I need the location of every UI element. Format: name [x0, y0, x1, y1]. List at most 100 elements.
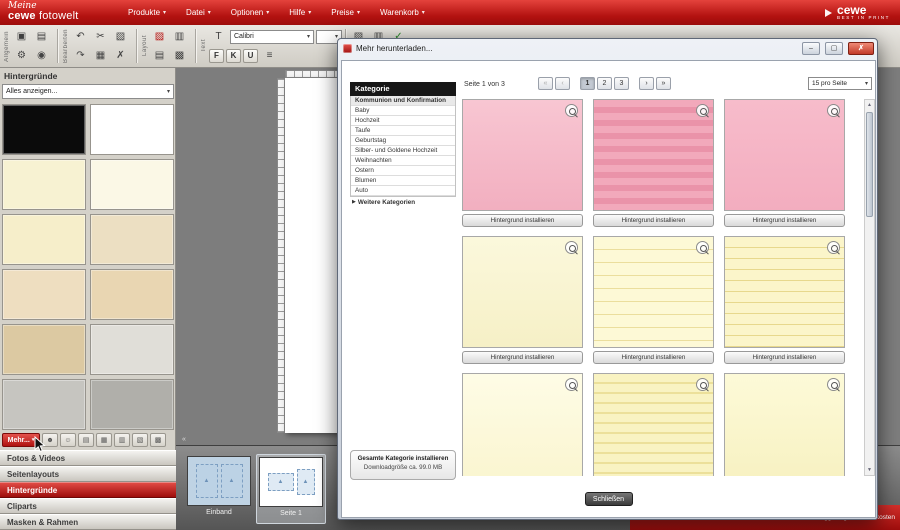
- menu-preise[interactable]: Preise▾: [321, 0, 370, 25]
- view-list-button[interactable]: ▤: [78, 433, 94, 447]
- redo-button[interactable]: ↷: [71, 47, 90, 65]
- category-ostern[interactable]: Ostern: [351, 166, 455, 176]
- view-large-button[interactable]: ▧: [132, 433, 148, 447]
- zoom-icon[interactable]: [827, 104, 840, 117]
- background-filter-select[interactable]: Alles anzeigen... ▾: [2, 84, 174, 99]
- install-background-button[interactable]: Hintergrund installieren: [724, 351, 845, 364]
- zoom-icon[interactable]: [565, 104, 578, 117]
- more-categories-button[interactable]: ▶ Weitere Kategorien: [350, 197, 456, 208]
- menu-hilfe[interactable]: Hilfe▾: [279, 0, 321, 25]
- background-preview[interactable]: [593, 373, 714, 476]
- sidebar-item-cliparts[interactable]: Cliparts: [0, 498, 176, 514]
- close-dialog-button[interactable]: Schließen: [585, 492, 633, 506]
- zoom-icon[interactable]: [827, 378, 840, 391]
- seite-1-thumbnail[interactable]: ▲ ▲: [259, 457, 323, 507]
- background-swatch[interactable]: [2, 104, 86, 155]
- collapse-panel-button[interactable]: «: [178, 434, 190, 444]
- menu-datei[interactable]: Datei▾: [176, 0, 221, 25]
- background-swatch[interactable]: [2, 214, 86, 265]
- page-1-button[interactable]: 1: [580, 77, 595, 90]
- sidebar-item-masken-rahmen[interactable]: Masken & Rahmen: [0, 514, 176, 530]
- view-detail-button[interactable]: ▩: [150, 433, 166, 447]
- copy-button[interactable]: ▦: [91, 47, 110, 65]
- sidebar-item-seitenlayouts[interactable]: Seitenlayouts: [0, 466, 176, 482]
- menu-warenkorb[interactable]: Warenkorb▾: [370, 0, 435, 25]
- next-page-button[interactable]: ›: [639, 77, 654, 90]
- sidebar-item-hintergruende[interactable]: Hintergründe: [0, 482, 176, 498]
- zoom-icon[interactable]: [696, 104, 709, 117]
- last-page-button[interactable]: »: [656, 77, 671, 90]
- background-fill-button[interactable]: ▨: [150, 28, 169, 46]
- cut-button[interactable]: ✂: [91, 28, 110, 46]
- undo-button[interactable]: ↶: [71, 28, 90, 46]
- menu-optionen[interactable]: Optionen▾: [221, 0, 279, 25]
- category-hochzeit[interactable]: Hochzeit: [351, 116, 455, 126]
- filter-all-button[interactable]: ☺: [60, 433, 76, 447]
- category-taufe[interactable]: Taufe: [351, 126, 455, 136]
- minimize-button[interactable]: –: [802, 42, 820, 55]
- category-kommunion-konfirmation[interactable]: Kommunion und Konfirmation: [351, 96, 455, 106]
- page-thumb-seite-1[interactable]: ▲ ▲ Seite 1: [256, 454, 326, 524]
- delete-button[interactable]: ✗: [111, 47, 130, 65]
- background-preview[interactable]: [724, 373, 845, 476]
- dialog-scrollbar[interactable]: ▲ ▼: [864, 99, 875, 476]
- background-preview[interactable]: [724, 236, 845, 348]
- background-swatch[interactable]: [2, 269, 86, 320]
- install-background-button[interactable]: Hintergrund installieren: [724, 214, 845, 227]
- layout-single-button[interactable]: ▤: [150, 47, 169, 65]
- background-swatch[interactable]: [90, 269, 174, 320]
- underline-button[interactable]: U: [243, 49, 258, 63]
- install-all-button[interactable]: Gesamte Kategorie installieren Downloadg…: [350, 450, 456, 480]
- background-preview[interactable]: [462, 99, 583, 211]
- zoom-icon[interactable]: [827, 241, 840, 254]
- settings-button[interactable]: ⚙: [12, 47, 31, 65]
- sidebar-item-fotos-videos[interactable]: Fotos & Videos: [0, 450, 176, 466]
- scrollbar-thumb[interactable]: [866, 112, 873, 217]
- save-button[interactable]: ▣: [12, 28, 31, 46]
- category-geburtstag[interactable]: Geburtstag: [351, 136, 455, 146]
- dialog-titlebar[interactable]: Mehr herunterladen... – ▢ ✗: [338, 39, 877, 57]
- background-swatch[interactable]: [90, 379, 174, 430]
- zoom-icon[interactable]: [696, 378, 709, 391]
- category-baby[interactable]: Baby: [351, 106, 455, 116]
- per-page-select[interactable]: 15 pro Seite ▾: [808, 77, 872, 90]
- einband-thumbnail[interactable]: ▲ ▲: [187, 456, 251, 506]
- background-preview[interactable]: [593, 99, 714, 211]
- page-2-button[interactable]: 2: [597, 77, 612, 90]
- mask-button[interactable]: ▩: [170, 47, 189, 65]
- background-swatch[interactable]: [90, 324, 174, 375]
- background-preview[interactable]: [724, 99, 845, 211]
- bold-button[interactable]: F: [209, 49, 224, 63]
- maximize-button[interactable]: ▢: [825, 42, 843, 55]
- background-preview[interactable]: [593, 236, 714, 348]
- zoom-icon[interactable]: [565, 378, 578, 391]
- install-background-button[interactable]: Hintergrund installieren: [462, 351, 583, 364]
- background-preview[interactable]: [462, 373, 583, 476]
- background-swatch[interactable]: [90, 159, 174, 210]
- menu-produkte[interactable]: Produkte▾: [118, 0, 176, 25]
- print-button[interactable]: ▤: [32, 28, 51, 46]
- preview-button[interactable]: ◉: [32, 47, 51, 65]
- filter-own-button[interactable]: ☻: [42, 433, 58, 447]
- background-swatch[interactable]: [2, 379, 86, 430]
- text-tool-button[interactable]: T: [209, 28, 228, 46]
- category-weihnachten[interactable]: Weihnachten: [351, 156, 455, 166]
- install-background-button[interactable]: Hintergrund installieren: [462, 214, 583, 227]
- background-preview[interactable]: [462, 236, 583, 348]
- scroll-down-button[interactable]: ▼: [865, 465, 874, 475]
- background-swatch[interactable]: [90, 104, 174, 155]
- background-swatch[interactable]: [2, 159, 86, 210]
- background-swatch[interactable]: [2, 324, 86, 375]
- page-3-button[interactable]: 3: [614, 77, 629, 90]
- first-page-button[interactable]: «: [538, 77, 553, 90]
- install-background-button[interactable]: Hintergrund installieren: [593, 351, 714, 364]
- scroll-up-button[interactable]: ▲: [865, 100, 874, 110]
- paste-button[interactable]: ▧: [111, 28, 130, 46]
- layout-spread-button[interactable]: ▥: [170, 28, 189, 46]
- category-silber-goldene-hochzeit[interactable]: Silber- und Goldene Hochzeit: [351, 146, 455, 156]
- view-grid-button[interactable]: ▦: [96, 433, 112, 447]
- close-window-button[interactable]: ✗: [848, 42, 874, 55]
- prev-page-button[interactable]: ‹: [555, 77, 570, 90]
- font-family-select[interactable]: Calibri ▾: [230, 30, 314, 44]
- category-auto[interactable]: Auto: [351, 186, 455, 196]
